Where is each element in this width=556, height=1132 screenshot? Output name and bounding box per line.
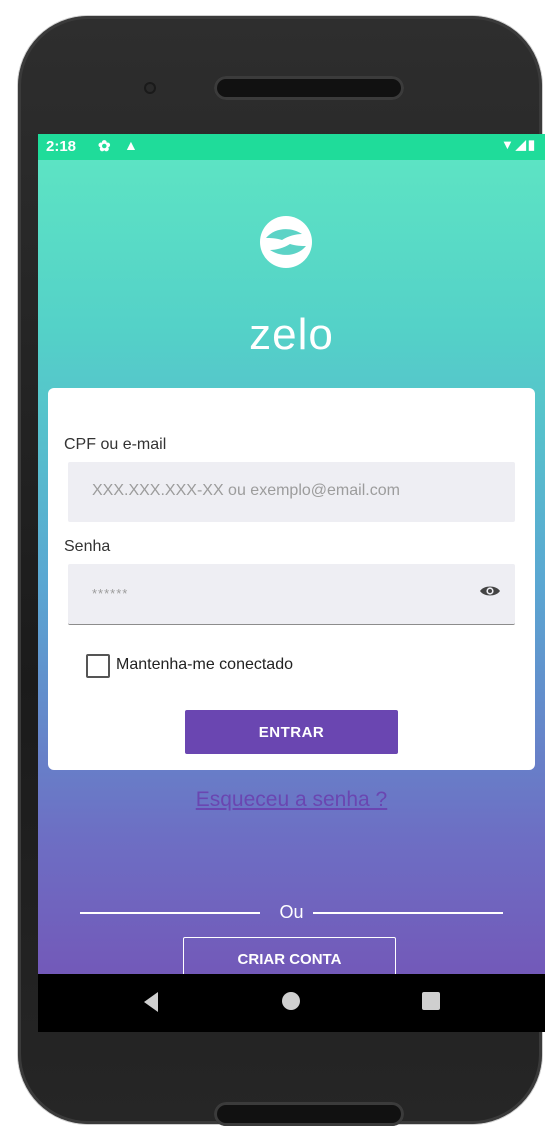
status-bar: 2:18 ✿ ▲ ▼◢▮ [38, 134, 545, 160]
cpf-email-field[interactable]: XXX.XXX.XXX-XX ou exemplo@email.com [68, 462, 515, 522]
password-placeholder: ****** [92, 586, 129, 601]
login-button[interactable]: ENTRAR [185, 710, 398, 754]
home-icon[interactable] [282, 992, 300, 1010]
top-speaker [214, 76, 404, 100]
android-nav-bar [38, 974, 545, 1032]
recents-icon[interactable] [422, 992, 440, 1010]
or-divider: Ou [80, 902, 503, 922]
login-card: CPF ou e-mail XXX.XXX.XXX-XX ou exemplo@… [48, 388, 535, 811]
hands-icon [260, 216, 312, 268]
bottom-speaker [214, 1102, 404, 1126]
cpf-placeholder: XXX.XXX.XXX-XX ou exemplo@email.com [92, 482, 400, 499]
forgot-password-link[interactable]: Esqueceu a senha ? [48, 788, 535, 812]
brand-name: zelo [249, 310, 334, 359]
remember-me-checkbox[interactable] [86, 654, 110, 678]
gear-icon: ✿ [98, 138, 111, 155]
app-screen: 2:18 ✿ ▲ ▼◢▮ zelo CPF ou e-mail XXX.XXX.… [38, 134, 545, 1032]
cpf-label: CPF ou e-mail [64, 436, 167, 453]
password-field[interactable]: ****** [68, 564, 515, 625]
status-icons: ▼◢▮ [500, 137, 537, 152]
eye-icon[interactable] [479, 584, 501, 598]
front-camera [146, 84, 154, 92]
remember-me-label: Mantenha-me conectado [116, 656, 293, 673]
status-time: 2:18 [46, 138, 77, 155]
divider-line-right [313, 912, 503, 914]
password-label: Senha [64, 538, 111, 555]
warning-icon: ▲ [124, 137, 138, 153]
back-icon[interactable] [144, 992, 158, 1012]
